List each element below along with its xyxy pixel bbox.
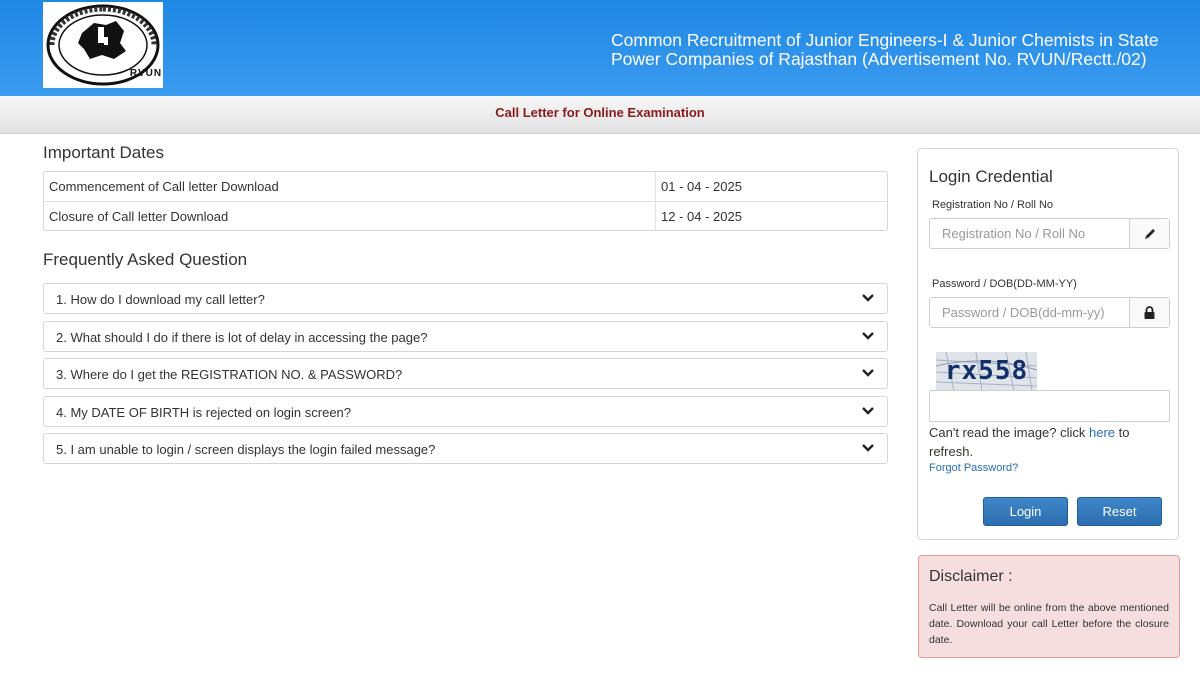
- table-row: Commencement of Call letter Download 01 …: [44, 172, 887, 201]
- faq-list: 1. How do I download my call letter? 2. …: [43, 283, 888, 464]
- important-dates-table: Commencement of Call letter Download 01 …: [43, 171, 888, 231]
- faq-item-4[interactable]: 4. My DATE OF BIRTH is rejected on login…: [43, 395, 888, 427]
- table-row: Closure of Call letter Download 12 - 04 …: [44, 201, 887, 230]
- faq-item-2[interactable]: 2. What should I do if there is lot of d…: [43, 320, 888, 352]
- faq-item-1[interactable]: 1. How do I download my call letter?: [43, 283, 888, 314]
- page-title: Common Recruitment of Junior Engineers-I…: [611, 30, 1159, 69]
- date-label: Commencement of Call letter Download: [44, 172, 656, 201]
- pencil-icon: [1129, 219, 1169, 248]
- registration-label: Registration No / Roll No: [932, 199, 1054, 211]
- date-label: Closure of Call letter Download: [44, 202, 656, 230]
- chevron-down-icon: [862, 294, 874, 302]
- lock-icon: [1129, 298, 1169, 327]
- captcha-text: rx558: [944, 356, 1029, 386]
- password-label: Password / DOB(DD-MM-YY): [932, 278, 1077, 290]
- faq-question: 3. Where do I get the REGISTRATION NO. &…: [56, 367, 403, 382]
- important-dates-title: Important Dates: [43, 143, 164, 162]
- faq-question: 2. What should I do if there is lot of d…: [56, 329, 428, 345]
- chevron-down-icon: [862, 369, 874, 377]
- reset-button[interactable]: Reset: [1077, 497, 1162, 526]
- captcha-input[interactable]: [930, 391, 1169, 421]
- logo-text: RVUN: [129, 68, 163, 79]
- faq-question: 5. I am unable to login / screen display…: [56, 442, 436, 457]
- date-value: 01 - 04 - 2025: [661, 179, 742, 194]
- refresh-prefix: Can't read the image? click: [929, 425, 1090, 440]
- login-panel: Login Credential Registration No / Roll …: [917, 148, 1179, 540]
- date-value: 12 - 04 - 2025: [661, 209, 742, 224]
- login-button[interactable]: Login: [983, 497, 1068, 526]
- faq-item-5[interactable]: 5. I am unable to login / screen display…: [43, 433, 888, 464]
- subheader-title: Call Letter for Online Examination: [495, 105, 705, 120]
- registration-input[interactable]: [930, 219, 1129, 248]
- subheader-bar: Call Letter for Online Examination: [0, 96, 1200, 134]
- main-content: Important Dates Commencement of Call let…: [43, 142, 888, 471]
- faq-title: Frequently Asked Question: [43, 250, 248, 269]
- rvun-seal-icon: RVUN: [43, 2, 163, 88]
- faq-item-3[interactable]: 3. Where do I get the REGISTRATION NO. &…: [43, 358, 888, 389]
- disclaimer-text: Call Letter will be online from the abov…: [929, 602, 1169, 646]
- captcha-input-box: [929, 390, 1170, 422]
- captcha-image: rx558: [936, 352, 1037, 391]
- login-title: Login Credential: [929, 167, 1053, 186]
- password-input[interactable]: [930, 298, 1129, 327]
- disclaimer-title: Disclaimer :: [929, 568, 1013, 585]
- disclaimer-box: Disclaimer : Call Letter will be online …: [918, 555, 1180, 658]
- registration-field-group: [929, 218, 1170, 249]
- password-field-group: [929, 297, 1170, 328]
- chevron-down-icon: [862, 406, 874, 415]
- captcha-refresh-text: Can't read the image? click here to refr…: [929, 423, 1169, 461]
- chevron-down-icon: [862, 444, 874, 452]
- chevron-down-icon: [862, 331, 874, 340]
- page-header: RVUN Common Recruitment of Junior Engine…: [0, 0, 1200, 96]
- faq-question: 4. My DATE OF BIRTH is rejected on login…: [56, 404, 352, 420]
- faq-question: 1. How do I download my call letter?: [56, 292, 265, 307]
- forgot-password-link[interactable]: Forgot Password?: [929, 462, 1018, 474]
- refresh-captcha-link[interactable]: here: [1089, 425, 1115, 440]
